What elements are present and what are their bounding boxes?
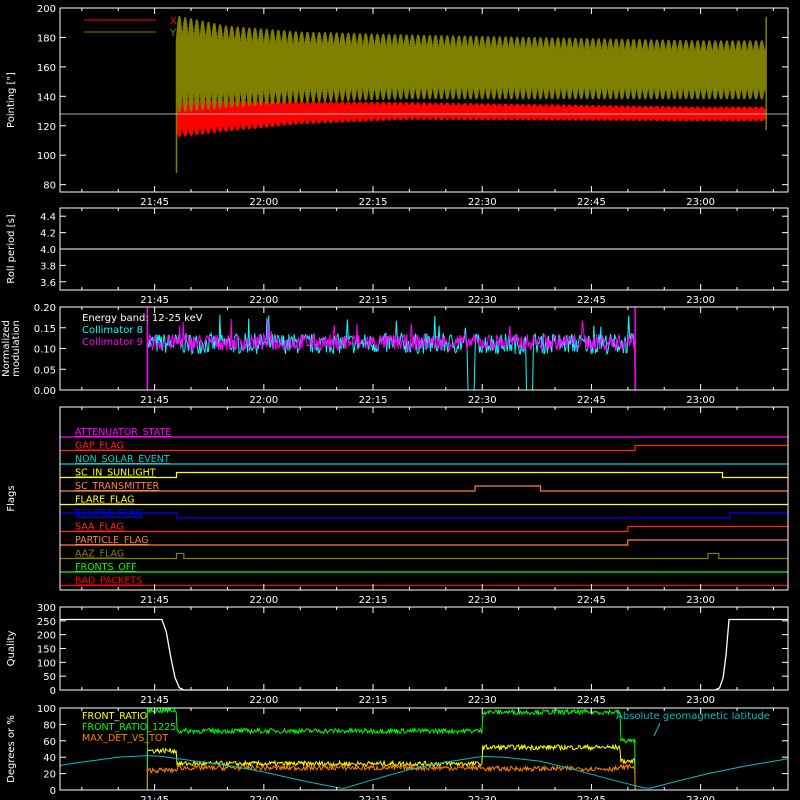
x-tick-label: 22:00 (249, 595, 278, 606)
flag-label-sc-in-sunlight: SC_IN_SUNLIGHT (75, 468, 156, 479)
x-tick-label: 22:45 (577, 695, 606, 706)
ratio-legend-max-det-vs-tot: MAX_DET_VS_TOT (82, 733, 168, 744)
x-tick-label: 22:00 (249, 395, 278, 406)
y-tick-label: 200 (37, 4, 56, 15)
x-tick-label: 23:00 (686, 695, 715, 706)
hessi-summary-figure: 21:45 22:00 22:15 22:30 22:45 23:00 Pointing [… (0, 0, 800, 800)
y-axis-label: modulation (11, 320, 22, 377)
y-axis-label: Quality (6, 631, 17, 667)
y-tick-label: 100 (37, 658, 56, 669)
y-tick-label: 4.0 (40, 245, 56, 256)
y-axis-label: Flags (6, 485, 17, 511)
x-tick-label: 22:15 (359, 197, 388, 208)
flag-label-fronts-off: FRONTS_OFF (75, 562, 137, 573)
y-tick-label: 0.00 (34, 386, 56, 397)
x-tick-label: 21:45 (140, 197, 169, 208)
y-tick-label: 40 (43, 753, 56, 764)
y-tick-label: 20 (43, 770, 56, 781)
flag-label-attenuator-state: ATTENUATOR_STATE (75, 427, 171, 438)
x-tick-label: 22:45 (577, 295, 606, 306)
y-tick-label: 120 (37, 122, 56, 133)
flag-label-aaz-flag: AAZ_FLAG (75, 549, 124, 560)
x-tick-label: 22:30 (468, 795, 497, 800)
y-tick-label: 80 (43, 720, 56, 731)
flag-label-flare-flag: FLARE_FLAG (75, 495, 135, 506)
legend-label-x: X (170, 16, 177, 27)
y-tick-label: 0.20 (34, 303, 56, 314)
y-tick-label: 100 (37, 704, 56, 715)
x-tick-label: 21:45 (140, 295, 169, 306)
modulation-legend-collimator-9: Collimator 9 (82, 337, 143, 348)
x-tick-label: 22:00 (249, 695, 278, 706)
x-tick-label: 22:30 (468, 695, 497, 706)
modulation-legend-collimator-8: Collimator 8 (82, 325, 143, 336)
y-tick-label: 0.10 (34, 345, 56, 356)
y-tick-label: 80 (43, 181, 56, 192)
x-tick-label: 22:00 (249, 295, 278, 306)
x-tick-label: 22:45 (577, 395, 606, 406)
y-tick-label: 3.6 (40, 278, 56, 289)
x-tick-label: 21:45 (140, 395, 169, 406)
x-tick-label: 22:45 (577, 795, 606, 800)
x-tick-label: 23:00 (686, 795, 715, 800)
y-tick-label: 3.8 (40, 261, 56, 272)
y-axis-label: Roll period [s] (6, 214, 17, 283)
geomagnetic-latitude-label: Absolute geomagnetic latitude (616, 711, 770, 722)
y-tick-label: 200 (37, 631, 56, 642)
y-tick-label: 60 (43, 737, 56, 748)
x-tick-label: 22:30 (468, 197, 497, 208)
x-tick-label: 22:00 (249, 197, 278, 208)
x-tick-label: 22:15 (359, 295, 388, 306)
flag-label-bad-packets: BAD_PACKETS (75, 576, 142, 587)
y-tick-label: 180 (37, 33, 56, 44)
y-tick-label: 50 (43, 672, 56, 683)
flag-label-sc-transmitter: SC_TRANSMITTER (75, 481, 160, 492)
ratio-legend-front-ratio: FRONT_RATIO (82, 711, 147, 722)
y-axis-label: Degrees or % (6, 715, 17, 783)
legend-label-y: Y (169, 28, 177, 39)
x-tick-label: 21:45 (140, 695, 169, 706)
x-tick-label: 22:00 (249, 795, 278, 800)
y-tick-label: 150 (37, 645, 56, 656)
y-tick-label: 0.05 (34, 365, 56, 376)
x-tick-label: 22:30 (468, 595, 497, 606)
x-tick-label: 22:15 (359, 395, 388, 406)
y-tick-label: 100 (37, 151, 56, 162)
y-tick-label: 0.15 (34, 324, 56, 335)
flag-label-particle-flag: PARTICLE_FLAG (75, 535, 148, 546)
x-tick-label: 22:30 (468, 295, 497, 306)
modulation-energy-band-label: Energy band: 12-25 keV (82, 313, 203, 324)
x-tick-label: 23:00 (686, 395, 715, 406)
x-tick-label: 22:15 (359, 595, 388, 606)
y-axis-label: Pointing ["] (6, 72, 17, 128)
y-tick-label: 4.2 (40, 229, 56, 240)
x-tick-label: 23:00 (686, 595, 715, 606)
y-tick-label: 300 (37, 603, 56, 614)
y-tick-label: 0 (50, 786, 56, 797)
x-tick-label: 21:45 (140, 795, 169, 800)
y-tick-label: 0 (50, 686, 56, 697)
x-tick-label: 22:15 (359, 695, 388, 706)
x-tick-label: 23:00 (686, 197, 715, 208)
y-tick-label: 4.4 (40, 212, 56, 223)
y-tick-label: 160 (37, 63, 56, 74)
flag-label-gap-flag: GAP_FLAG (75, 441, 124, 452)
x-tick-label: 22:15 (359, 795, 388, 800)
x-tick-label: 22:30 (468, 395, 497, 406)
ratio-legend-front-ratio-1225: FRONT_RATIO_1225 (82, 722, 176, 733)
x-tick-label: 23:00 (686, 295, 715, 306)
y-tick-label: 250 (37, 617, 56, 628)
x-tick-label: 22:45 (577, 197, 606, 208)
flag-label-saa-flag: SAA_FLAG (75, 522, 124, 533)
x-tick-label: 22:45 (577, 595, 606, 606)
x-tick-label: 21:45 (140, 595, 169, 606)
flag-label-eclipse-flag: ECLIPSE_FLAG (75, 508, 143, 519)
flag-label-non-solar-event: NON_SOLAR_EVENT (75, 454, 170, 465)
y-tick-label: 140 (37, 92, 56, 103)
